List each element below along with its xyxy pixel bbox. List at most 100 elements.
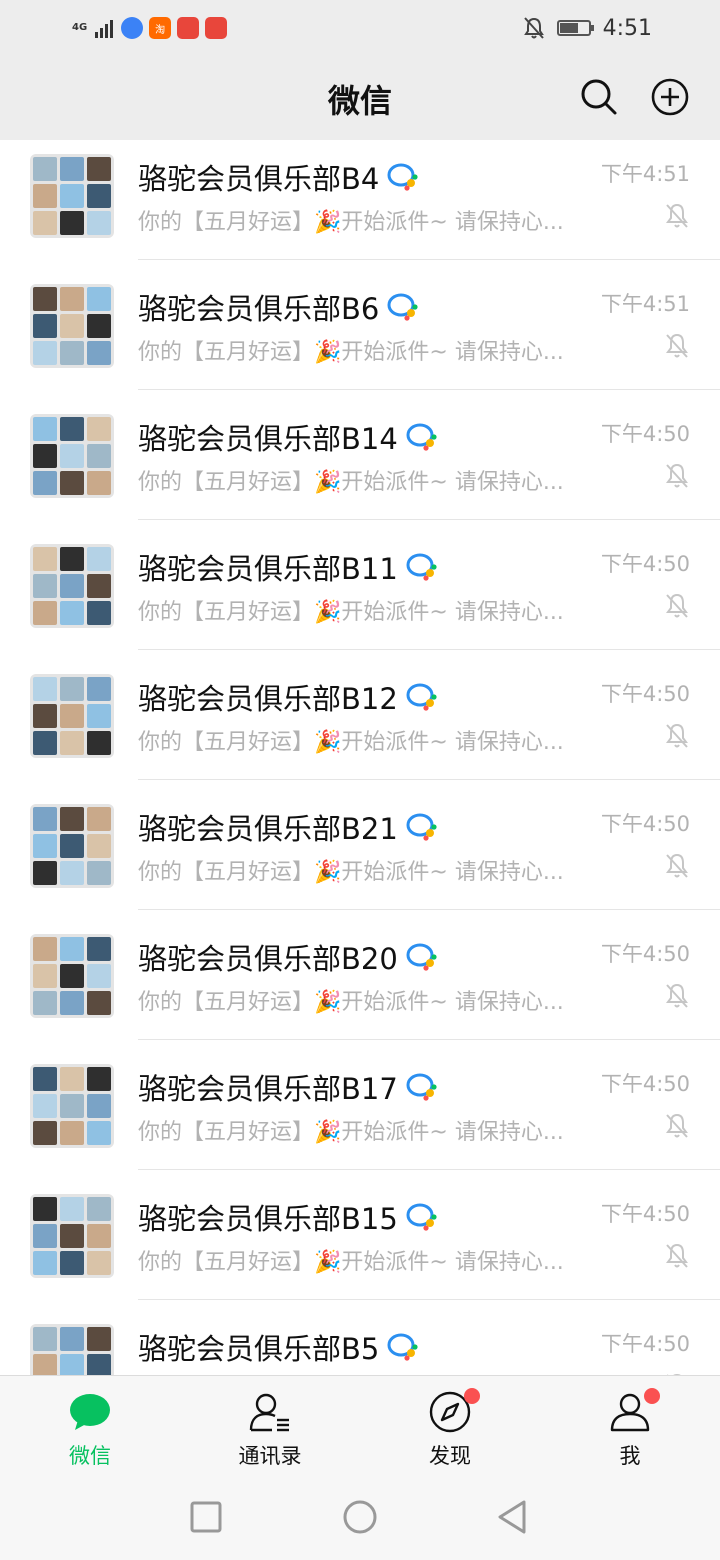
avatar-tile — [33, 417, 57, 441]
avatar-tile — [87, 1121, 111, 1145]
search-icon[interactable] — [576, 74, 622, 120]
avatar-tile — [33, 1224, 57, 1248]
chat-bubble-icon — [70, 1394, 110, 1430]
enterprise-chat-icon — [406, 943, 437, 971]
chat-row[interactable]: 骆驼会员俱乐部B11 下午4:50 你的【五月好运】🎉开始派件~ 请保持心... — [0, 520, 720, 650]
browser-app-icon — [121, 17, 144, 39]
avatar-tile — [87, 157, 111, 181]
status-bar: 4G 淘 4:51 — [0, 0, 720, 56]
chat-row[interactable]: 骆驼会员俱乐部B14 下午4:50 你的【五月好运】🎉开始派件~ 请保持心... — [0, 390, 720, 520]
chat-preview: 你的【五月好运】🎉开始派件~ 请保持心... — [138, 340, 564, 365]
avatar-tile — [87, 211, 111, 235]
avatar-tile — [60, 184, 84, 208]
avatar-tile — [33, 547, 57, 571]
avatar-tile — [60, 834, 84, 858]
enterprise-chat-icon — [387, 293, 418, 321]
avatar-tile — [87, 807, 111, 831]
avatar-tile — [33, 1067, 57, 1091]
chat-name-line: 骆驼会员俱乐部B20 — [138, 936, 438, 978]
avatar-tile — [87, 991, 111, 1015]
avatar-tile — [60, 417, 84, 441]
avatar-tile — [87, 417, 111, 441]
avatar-tile — [60, 1197, 84, 1221]
chat-name: 骆驼会员俱乐部B21 — [138, 812, 398, 846]
enterprise-chat-icon — [406, 553, 437, 581]
chat-preview: 你的【五月好运】🎉开始派件~ 请保持心... — [138, 860, 564, 885]
chat-row[interactable]: 骆驼会员俱乐部B12 下午4:50 你的【五月好运】🎉开始派件~ 请保持心... — [0, 650, 720, 780]
chat-name: 骆驼会员俱乐部B15 — [138, 1202, 398, 1236]
avatar-tile — [60, 1251, 84, 1275]
avatar-tile — [87, 574, 111, 598]
enterprise-chat-icon — [387, 1333, 418, 1361]
chat-row[interactable]: 骆驼会员俱乐部B5下午4:50你的【五月好运】🎉开始派件~ 请保持心... — [0, 1300, 720, 1375]
chat-row[interactable]: 骆驼会员俱乐部B21 下午4:50 你的【五月好运】🎉开始派件~ 请保持心... — [0, 780, 720, 910]
avatar-tile — [87, 1354, 111, 1375]
chat-row[interactable]: 骆驼会员俱乐部B17 下午4:50 你的【五月好运】🎉开始派件~ 请保持心... — [0, 1040, 720, 1170]
avatar-tile — [60, 731, 84, 755]
avatar-tile — [87, 834, 111, 858]
system-nav-bar — [0, 1475, 720, 1560]
avatar-tile — [33, 601, 57, 625]
muted-bell-icon — [666, 463, 688, 488]
enterprise-chat-icon — [406, 423, 437, 451]
discover-badge — [464, 1388, 480, 1404]
group-avatar — [30, 804, 114, 888]
chat-list[interactable]: 骆驼会员俱乐部B4 下午4:51 你的【五月好运】🎉开始派件~ 请保持心... 骆驼会… — [0, 140, 720, 1375]
avatar-tile — [87, 314, 111, 338]
avatar-tile — [87, 731, 111, 755]
avatar-tile — [87, 1251, 111, 1275]
app-header: 微信 — [0, 56, 720, 140]
status-bar-left: 4G 淘 — [72, 14, 228, 42]
avatar-tile — [87, 704, 111, 728]
avatar-tile — [60, 1094, 84, 1118]
avatar-tile — [87, 937, 111, 961]
chat-preview: 你的【五月好运】🎉开始派件~ 请保持心... — [138, 730, 564, 755]
chat-row[interactable]: 骆驼会员俱乐部B6 下午4:51 你的【五月好运】🎉开始派件~ 请保持心... — [0, 260, 720, 390]
back-icon[interactable] — [492, 1497, 532, 1537]
avatar-tile — [60, 211, 84, 235]
notification-app-icons: 淘 — [121, 17, 228, 39]
recent-apps-icon[interactable] — [186, 1497, 226, 1537]
avatar-tile — [33, 834, 57, 858]
tab-contacts[interactable]: 通讯录 — [180, 1376, 360, 1476]
chat-preview: 你的【五月好运】🎉开始派件~ 请保持心... — [138, 600, 564, 625]
avatar-tile — [87, 1224, 111, 1248]
muted-bell-icon — [666, 1113, 688, 1138]
chat-preview: 你的【五月好运】🎉开始派件~ 请保持心... — [138, 470, 564, 495]
tab-me[interactable]: 我 — [540, 1376, 720, 1476]
avatar-tile — [33, 1327, 57, 1351]
muted-bell-icon — [666, 333, 688, 358]
avatar-tile — [33, 937, 57, 961]
avatar-tile — [60, 314, 84, 338]
tab-chats[interactable]: 微信 — [0, 1376, 180, 1476]
group-avatar — [30, 1064, 114, 1148]
chat-row[interactable]: 骆驼会员俱乐部B4 下午4:51 你的【五月好运】🎉开始派件~ 请保持心... — [0, 140, 720, 260]
muted-bell-icon — [666, 983, 688, 1008]
group-avatar — [30, 284, 114, 368]
avatar-tile — [87, 184, 111, 208]
chat-name-line: 骆驼会员俱乐部B17 — [138, 1066, 438, 1108]
chat-row[interactable]: 骆驼会员俱乐部B20 下午4:50 你的【五月好运】🎉开始派件~ 请保持心... — [0, 910, 720, 1040]
avatar-tile — [87, 341, 111, 365]
tab-discover[interactable]: 发现 — [360, 1376, 540, 1476]
avatar-tile — [87, 1327, 111, 1351]
avatar-tile — [33, 471, 57, 495]
enterprise-chat-icon — [406, 1203, 437, 1231]
chat-time: 下午4:51 — [600, 162, 690, 186]
avatar-tile — [87, 287, 111, 311]
chat-name: 骆驼会员俱乐部B12 — [138, 682, 398, 716]
avatar-tile — [60, 677, 84, 701]
chat-preview: 你的【五月好运】🎉开始派件~ 请保持心... — [138, 1250, 564, 1275]
avatar-tile — [33, 1121, 57, 1145]
chat-time: 下午4:50 — [600, 552, 690, 576]
enterprise-chat-icon — [406, 1073, 437, 1101]
battery-icon — [556, 20, 594, 36]
chat-row[interactable]: 骆驼会员俱乐部B15 下午4:50 你的【五月好运】🎉开始派件~ 请保持心... — [0, 1170, 720, 1300]
chat-name-line: 骆驼会员俱乐部B21 — [138, 806, 438, 848]
enterprise-chat-icon — [406, 813, 437, 841]
home-icon[interactable] — [340, 1497, 380, 1537]
add-icon[interactable] — [647, 74, 693, 120]
avatar-tile — [33, 341, 57, 365]
avatar-tile — [33, 704, 57, 728]
avatar-tile — [60, 861, 84, 885]
